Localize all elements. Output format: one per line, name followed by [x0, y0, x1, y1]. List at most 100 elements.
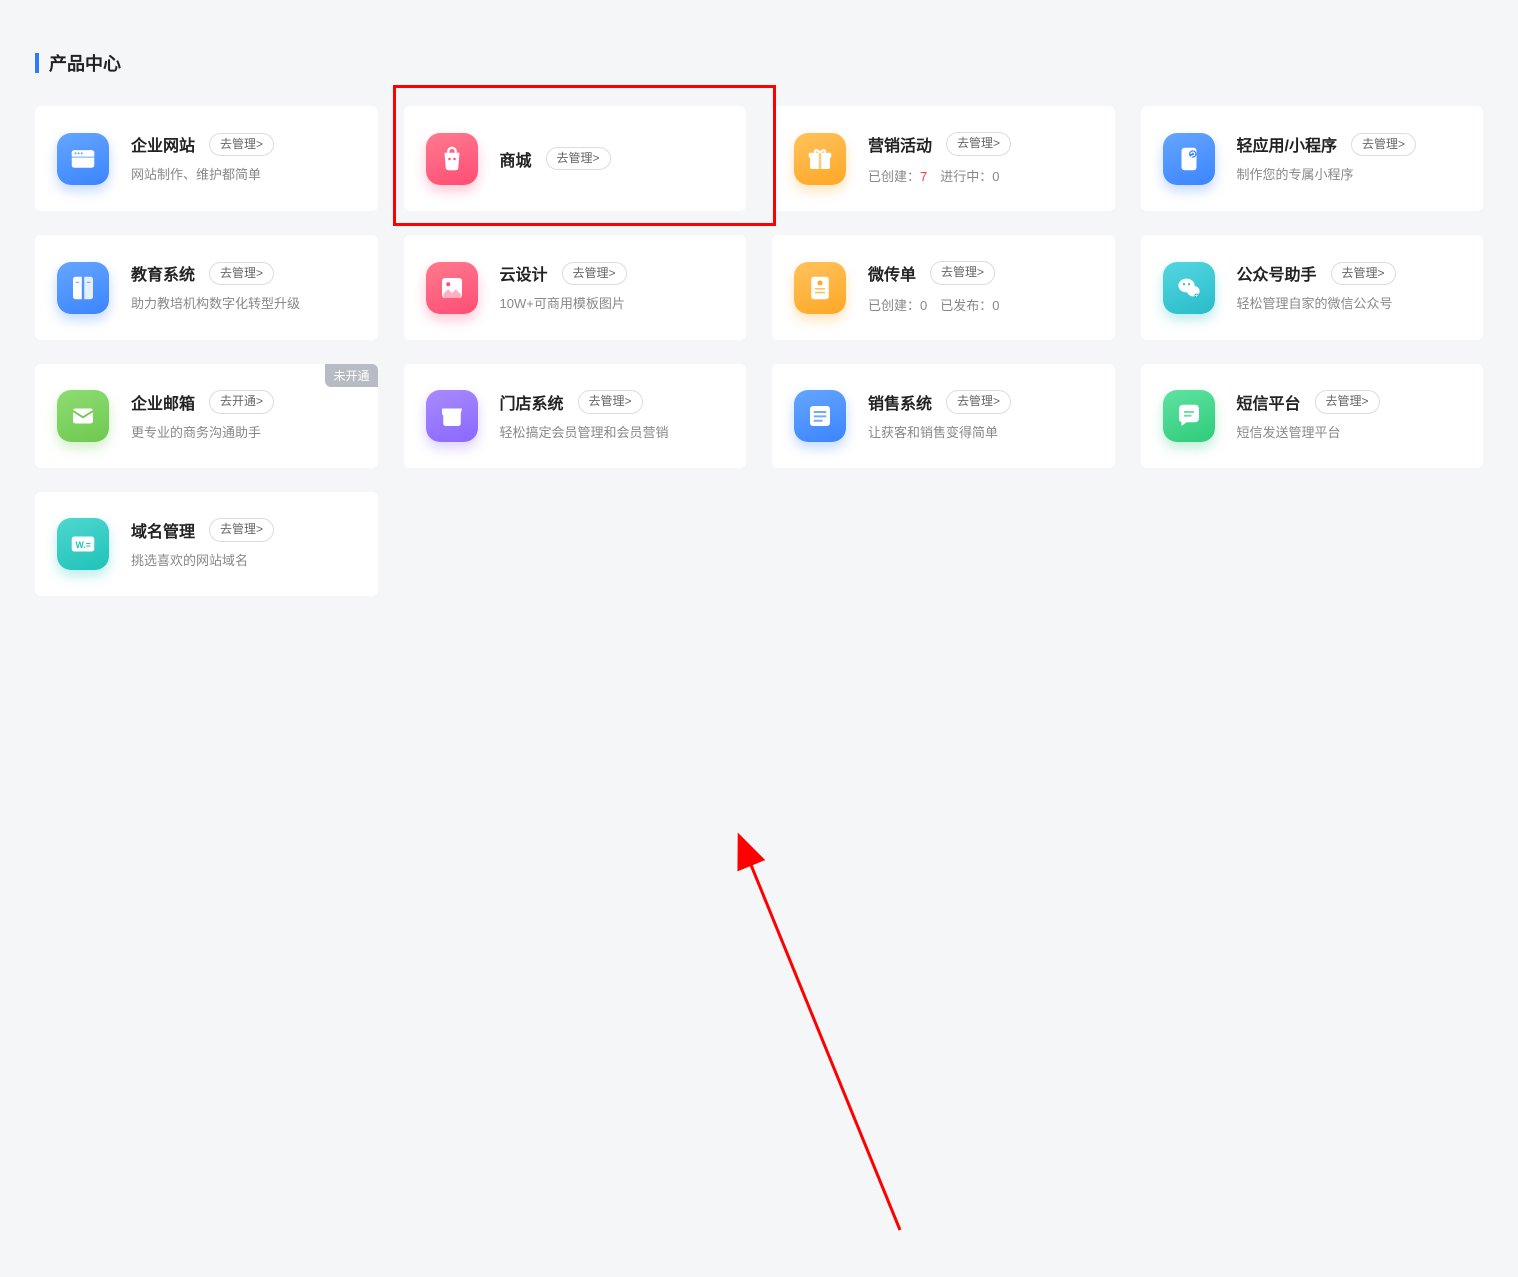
product-grid: 企业网站去管理>网站制作、维护都简单商城去管理>营销活动去管理>已创建：7 进行…: [35, 106, 1483, 596]
card-title: 公众号助手: [1237, 261, 1317, 285]
card-header: 云设计去管理>: [500, 261, 725, 285]
product-card-domain[interactable]: 域名管理去管理> 挑选喜欢的网站域名: [35, 492, 378, 596]
card-body: 教育系统去管理> 助力教培机构数字化转型升级: [131, 261, 356, 313]
card-title: 门店系统: [500, 390, 564, 414]
manage-button[interactable]: 去管理>: [1315, 390, 1380, 414]
card-body: 短信平台去管理> 短信发送管理平台: [1237, 390, 1462, 442]
title-accent-bar: [35, 53, 39, 73]
stat-value: 0: [992, 169, 999, 184]
stat-label: 已创建：: [868, 169, 920, 184]
card-description: 轻松搞定会员管理和会员营销: [500, 424, 725, 442]
card-body: 销售系统去管理> 让获客和销售变得简单: [868, 390, 1093, 442]
card-description: 制作您的专属小程序: [1237, 166, 1462, 184]
card-header: 营销活动去管理>: [868, 132, 1093, 156]
product-card-micro-flyer[interactable]: 微传单去管理>已创建：0 已发布：0: [772, 235, 1115, 340]
card-header: 微传单去管理>: [868, 261, 1093, 285]
store-icon: [426, 390, 478, 442]
stat-label: 进行中：: [940, 169, 992, 184]
card-description: 让获客和销售变得简单: [868, 424, 1093, 442]
image-icon: [426, 262, 478, 314]
card-header: 商城去管理>: [500, 147, 725, 171]
product-card-sales-system[interactable]: 销售系统去管理> 让获客和销售变得简单: [772, 364, 1115, 468]
card-description: 10W+可商用模板图片: [500, 295, 725, 313]
manage-button[interactable]: 去管理>: [546, 147, 611, 171]
flyer-icon: [794, 262, 846, 314]
card-stats: 已创建：0 已发布：0: [868, 295, 1093, 314]
product-card-mall[interactable]: 商城去管理>: [404, 106, 747, 211]
card-title: 企业邮箱: [131, 390, 195, 414]
manage-button[interactable]: 去管理>: [1351, 133, 1416, 157]
card-title: 企业网站: [131, 132, 195, 156]
stat-label: 已创建：: [868, 298, 920, 313]
card-body: 公众号助手去管理> 轻松管理自家的微信公众号: [1237, 261, 1462, 313]
product-card-enterprise-mail[interactable]: 未开通企业邮箱去开通> 更专业的商务沟通助手: [35, 364, 378, 468]
shopping-bag-icon: [426, 133, 478, 185]
manage-button[interactable]: 去管理>: [209, 262, 274, 286]
mail-icon: [57, 390, 109, 442]
product-card-wechat-assistant[interactable]: 公众号助手去管理> 轻松管理自家的微信公众号: [1141, 235, 1484, 340]
card-description: 挑选喜欢的网站域名: [131, 552, 356, 570]
card-header: 门店系统去管理>: [500, 390, 725, 414]
card-body: 企业网站去管理> 网站制作、维护都简单: [131, 132, 356, 184]
product-card-education[interactable]: 教育系统去管理> 助力教培机构数字化转型升级: [35, 235, 378, 340]
manage-button[interactable]: 去管理>: [930, 261, 995, 285]
card-title: 微传单: [868, 261, 916, 285]
card-header: 企业邮箱去开通>: [131, 390, 356, 414]
card-body: 轻应用/小程序去管理> 制作您的专属小程序: [1237, 132, 1462, 184]
manage-button[interactable]: 去开通>: [209, 390, 274, 414]
book-icon: [57, 262, 109, 314]
card-header: 短信平台去管理>: [1237, 390, 1462, 414]
section-title: 产品中心: [35, 50, 1483, 76]
card-header: 域名管理去管理>: [131, 518, 356, 542]
card-title: 销售系统: [868, 390, 932, 414]
card-title: 域名管理: [131, 518, 195, 542]
miniapp-icon: [1163, 133, 1215, 185]
card-body: 门店系统去管理> 轻松搞定会员管理和会员营销: [500, 390, 725, 442]
product-card-enterprise-site[interactable]: 企业网站去管理> 网站制作、维护都简单: [35, 106, 378, 211]
card-description: 更专业的商务沟通助手: [131, 424, 356, 442]
manage-button[interactable]: 去管理>: [946, 132, 1011, 156]
gift-icon: [794, 133, 846, 185]
card-title: 教育系统: [131, 261, 195, 285]
manage-button[interactable]: 去管理>: [209, 133, 274, 157]
card-header: 企业网站去管理>: [131, 132, 356, 156]
manage-button[interactable]: 去管理>: [562, 262, 627, 286]
wechat-icon: [1163, 262, 1215, 314]
card-body: 云设计去管理> 10W+可商用模板图片: [500, 261, 725, 313]
card-description: 轻松管理自家的微信公众号: [1237, 295, 1462, 313]
card-description: 网站制作、维护都简单: [131, 166, 356, 184]
product-card-store-system[interactable]: 门店系统去管理> 轻松搞定会员管理和会员营销: [404, 364, 747, 468]
annotation-arrow: [0, 616, 1518, 1277]
browser-icon: [57, 133, 109, 185]
card-body: 营销活动去管理>已创建：7 进行中：0: [868, 132, 1093, 185]
product-card-marketing[interactable]: 营销活动去管理>已创建：7 进行中：0: [772, 106, 1115, 211]
manage-button[interactable]: 去管理>: [209, 518, 274, 542]
product-card-miniprogram[interactable]: 轻应用/小程序去管理> 制作您的专属小程序: [1141, 106, 1484, 211]
card-header: 公众号助手去管理>: [1237, 261, 1462, 285]
card-description: 短信发送管理平台: [1237, 424, 1462, 442]
card-body: 微传单去管理>已创建：0 已发布：0: [868, 261, 1093, 314]
card-title: 商城: [500, 147, 532, 171]
card-body: 商城去管理>: [500, 147, 725, 171]
card-header: 教育系统去管理>: [131, 261, 356, 285]
product-card-cloud-design[interactable]: 云设计去管理> 10W+可商用模板图片: [404, 235, 747, 340]
card-header: 销售系统去管理>: [868, 390, 1093, 414]
chat-icon: [1163, 390, 1215, 442]
card-title: 短信平台: [1237, 390, 1301, 414]
status-badge: 未开通: [325, 364, 377, 387]
card-body: 企业邮箱去开通> 更专业的商务沟通助手: [131, 390, 356, 442]
card-title: 营销活动: [868, 132, 932, 156]
domain-icon: [57, 518, 109, 570]
card-title: 云设计: [500, 261, 548, 285]
card-header: 轻应用/小程序去管理>: [1237, 132, 1462, 156]
stat-value: 0: [992, 298, 999, 313]
manage-button[interactable]: 去管理>: [946, 390, 1011, 414]
card-body: 域名管理去管理> 挑选喜欢的网站域名: [131, 518, 356, 570]
card-description: 助力教培机构数字化转型升级: [131, 295, 356, 313]
list-icon: [794, 390, 846, 442]
manage-button[interactable]: 去管理>: [578, 390, 643, 414]
product-card-sms-platform[interactable]: 短信平台去管理> 短信发送管理平台: [1141, 364, 1484, 468]
stat-label: 已发布：: [940, 298, 992, 313]
manage-button[interactable]: 去管理>: [1331, 262, 1396, 286]
section-title-text: 产品中心: [49, 50, 121, 76]
